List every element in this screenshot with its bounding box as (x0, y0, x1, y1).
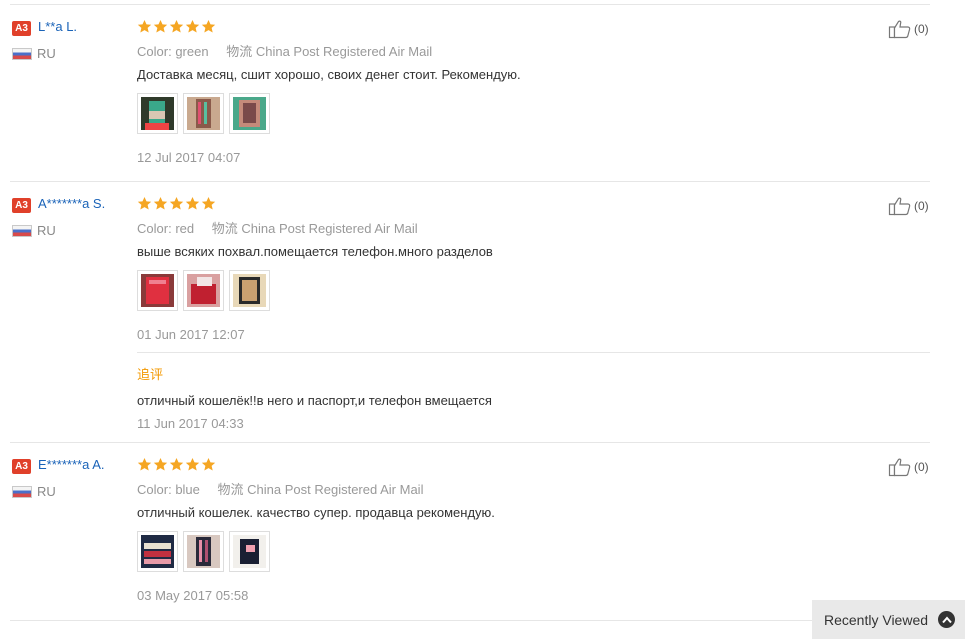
thumbs-up-icon (888, 457, 912, 477)
chevron-up-icon (938, 611, 955, 628)
helpful-count: (0) (914, 460, 929, 474)
review-date: 03 May 2017 05:58 (137, 588, 249, 603)
russia-flag-icon (12, 486, 32, 498)
helpful-button[interactable]: (0) (888, 196, 929, 216)
helpful-button[interactable]: (0) (888, 457, 929, 477)
color-value: green (175, 44, 209, 59)
star-icon (137, 19, 152, 34)
followup-label: 追评 (137, 367, 164, 382)
star-icon (137, 196, 152, 211)
wallet-photo-image (141, 535, 174, 568)
star-icon (153, 457, 168, 472)
reviewer-name[interactable]: A*******a S. (38, 196, 105, 211)
shipping-label: 物流 (211, 221, 238, 236)
helpful-count: (0) (914, 22, 929, 36)
review-photo-thumbnail[interactable] (183, 93, 224, 134)
review-photo-thumbnail[interactable] (183, 531, 224, 572)
star-icon (169, 196, 184, 211)
review-text: выше всяких похвал.помещается телефон.мн… (137, 244, 493, 259)
wallet-photo-image (233, 274, 266, 307)
star-rating (137, 19, 216, 35)
wallet-photo-image (187, 274, 220, 307)
wallet-photo-image (187, 97, 220, 130)
helpful-count: (0) (914, 199, 929, 213)
star-rating (137, 457, 216, 473)
review-photos (137, 531, 270, 572)
color-value: blue (175, 482, 200, 497)
review-divider (10, 181, 930, 182)
followup-divider (137, 352, 930, 353)
review-photo-thumbnail[interactable] (229, 93, 270, 134)
review-photo-thumbnail[interactable] (137, 531, 178, 572)
recently-viewed-label: Recently Viewed (824, 611, 929, 628)
star-icon (201, 19, 216, 34)
review-text: Доставка месяц, сшит хорошо, своих денег… (137, 67, 521, 82)
shipping-value: China Post Registered Air Mail (247, 482, 424, 497)
review-photos (137, 270, 270, 311)
shipping-value: China Post Registered Air Mail (241, 221, 418, 236)
russia-flag-icon (12, 48, 32, 60)
review-text: отличный кошелек. качество супер. продав… (137, 505, 495, 520)
star-icon (201, 196, 216, 211)
star-icon (185, 457, 200, 472)
wallet-photo-image (141, 97, 174, 130)
buyer-level-badge: A3 (12, 21, 31, 36)
star-icon (169, 19, 184, 34)
star-rating (137, 196, 216, 212)
color-label: Color: (137, 221, 172, 236)
star-icon (153, 19, 168, 34)
review-photo-thumbnail[interactable] (137, 93, 178, 134)
color-label: Color: (137, 482, 172, 497)
reviewer-name[interactable]: L**a L. (38, 19, 77, 34)
review-photo-thumbnail[interactable] (229, 270, 270, 311)
star-icon (201, 457, 216, 472)
reviewer-country: RU (37, 46, 56, 61)
review-photo-thumbnail[interactable] (183, 270, 224, 311)
buyer-level-badge: A3 (12, 198, 31, 213)
review-date: 01 Jun 2017 12:07 (137, 327, 245, 342)
review-attributes: Color: red 物流 China Post Registered Air … (137, 218, 418, 237)
review-photos (137, 93, 270, 134)
wallet-photo-image (233, 535, 266, 568)
wallet-photo-image (141, 274, 174, 307)
review-photo-thumbnail[interactable] (137, 270, 178, 311)
thumbs-up-icon (888, 19, 912, 39)
wallet-photo-image (187, 535, 220, 568)
reviewer-country: RU (37, 223, 56, 238)
review-photo-thumbnail[interactable] (229, 531, 270, 572)
russia-flag-icon (12, 225, 32, 237)
star-icon (153, 196, 168, 211)
shipping-value: China Post Registered Air Mail (255, 44, 433, 59)
review-divider (10, 4, 930, 5)
color-value: red (175, 221, 195, 236)
review-divider (10, 620, 930, 621)
helpful-button[interactable]: (0) (888, 19, 929, 39)
buyer-level-badge: A3 (12, 459, 31, 474)
reviewer-country: RU (37, 484, 56, 499)
recently-viewed-button[interactable]: Recently Viewed (812, 600, 965, 639)
followup-text: отличный кошелёк!!в него и паспорт,и тел… (137, 393, 492, 408)
thumbs-up-icon (888, 196, 912, 216)
color-label: Color: (137, 44, 172, 59)
star-icon (169, 457, 184, 472)
followup-date: 11 Jun 2017 04:33 (137, 416, 244, 431)
review-attributes: Color: blue 物流 China Post Registered Air… (137, 479, 423, 498)
wallet-photo-image (233, 97, 266, 130)
star-icon (185, 196, 200, 211)
star-icon (185, 19, 200, 34)
review-attributes: Color: green 物流 China Post Registered Ai… (137, 41, 432, 60)
review-date: 12 Jul 2017 04:07 (137, 150, 241, 165)
shipping-label: 物流 (217, 482, 244, 497)
star-icon (137, 457, 152, 472)
shipping-label: 物流 (226, 44, 253, 59)
review-divider (10, 442, 930, 443)
reviewer-name[interactable]: E*******a A. (38, 457, 105, 472)
